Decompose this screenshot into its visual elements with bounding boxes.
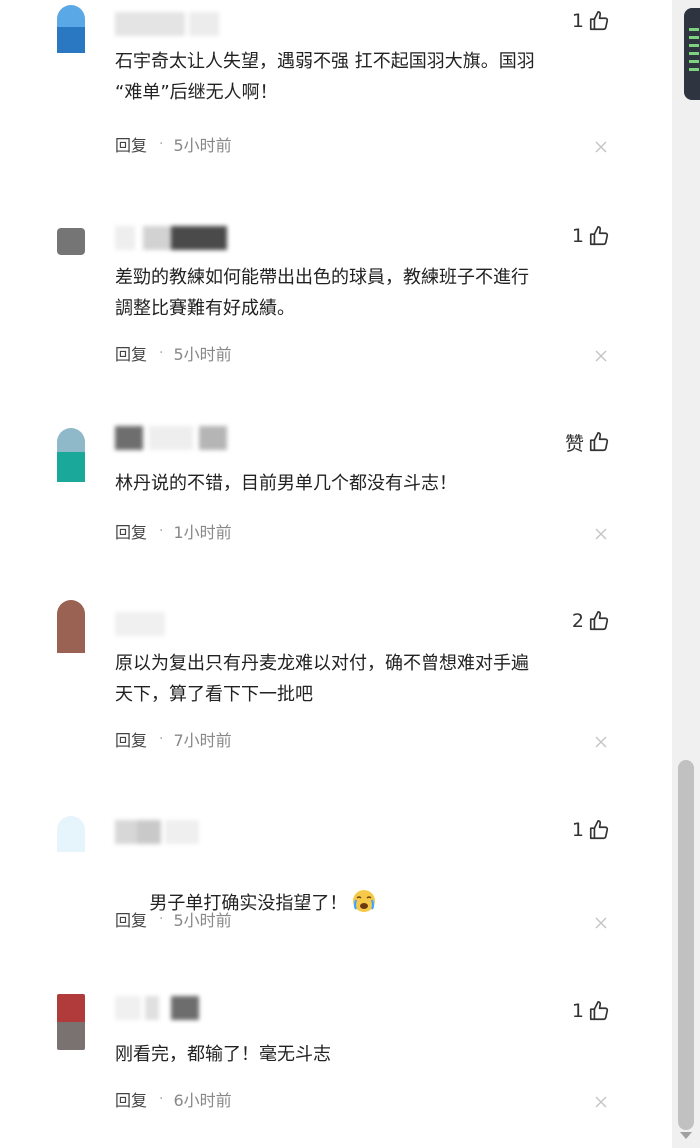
username-blurred[interactable] xyxy=(115,12,235,36)
separator-dot: · xyxy=(159,345,164,361)
comment-text: 刚看完，都输了！毫无斗志 xyxy=(115,1044,331,1065)
indicator-bar xyxy=(689,36,699,39)
like-count: 2 xyxy=(571,610,584,632)
reply-button[interactable]: 回复 xyxy=(115,727,147,751)
like-count: 1 xyxy=(571,225,584,247)
username-blurred[interactable] xyxy=(115,426,235,450)
like-button[interactable]: 1 xyxy=(572,817,610,843)
comment-meta: 回复 · 5小时前 xyxy=(115,133,232,155)
scroll-down-arrow-icon[interactable] xyxy=(680,1132,692,1139)
comment-text: 林丹说的不错，目前男单几个都没有斗志！ xyxy=(115,473,457,494)
username-blurred[interactable] xyxy=(115,820,235,844)
comment-time: 6小时前 xyxy=(173,1091,232,1110)
like-count: 1 xyxy=(571,10,584,32)
comment-meta: 回复 · 1小时前 xyxy=(115,520,232,542)
thumbs-up-icon xyxy=(589,11,609,31)
like-count: 1 xyxy=(571,1000,584,1022)
close-icon[interactable] xyxy=(594,140,608,154)
comment-text: 男子单打确实没指望了！ xyxy=(115,857,615,950)
reply-button[interactable]: 回复 xyxy=(115,341,147,365)
avatar[interactable] xyxy=(57,816,85,852)
separator-dot: · xyxy=(159,523,164,539)
username-blurred[interactable] xyxy=(115,612,235,636)
indicator-bar xyxy=(689,68,699,71)
reply-button[interactable]: 回复 xyxy=(115,1087,147,1111)
comment-text: 石宇奇太让人失望，遇弱不强 扛不起国羽大旗。国羽 “难单”后继无人啊！ xyxy=(115,51,535,103)
comment-meta: 回复 · 6小时前 xyxy=(115,1088,232,1110)
comment-item: 2 原以为复出只有丹麦龙难以对付，确不曾想难对手遍 天下，算了看下下一批吧 回复… xyxy=(0,590,672,770)
comment-time: 5小时前 xyxy=(173,136,232,155)
comment-text: 原以为复出只有丹麦龙难以对付，确不曾想难对手遍 天下，算了看下下一批吧 xyxy=(115,653,529,705)
comment-item: 1 男子单打确实没指望了！ 回复 · 5小时前 xyxy=(0,800,672,980)
thumbs-up-icon xyxy=(589,226,609,246)
comment-item: 1 刚看完，都输了！毫无斗志 回复 · 6小时前 xyxy=(0,982,672,1148)
crying-face-icon xyxy=(353,890,376,912)
indicator-bar xyxy=(689,28,699,31)
like-button[interactable]: 1 xyxy=(572,998,610,1024)
close-icon[interactable] xyxy=(594,916,608,930)
comment-meta: 回复 · 5小时前 xyxy=(115,342,232,364)
avatar[interactable] xyxy=(57,228,85,255)
thumbs-up-icon xyxy=(589,820,609,840)
comment-time: 7小时前 xyxy=(173,731,232,750)
comment-item: 赞 林丹说的不错，目前男单几个都没有斗志！ 回复 · 1小时前 xyxy=(0,408,672,588)
reply-button[interactable]: 回复 xyxy=(115,132,147,156)
close-icon[interactable] xyxy=(594,527,608,541)
thumbs-up-icon xyxy=(589,1001,609,1021)
close-icon[interactable] xyxy=(594,349,608,363)
separator-dot: · xyxy=(159,911,164,927)
avatar[interactable] xyxy=(57,428,85,482)
like-label: 赞 xyxy=(564,432,584,455)
avatar[interactable] xyxy=(57,5,85,53)
close-icon[interactable] xyxy=(594,1095,608,1109)
indicator-bar xyxy=(689,60,699,63)
like-button[interactable]: 2 xyxy=(572,608,610,634)
avatar[interactable] xyxy=(57,994,85,1050)
comment-item: 1 石宇奇太让人失望，遇弱不强 扛不起国羽大旗。国羽 “难单”后继无人啊！ 回复… xyxy=(0,0,672,180)
separator-dot: · xyxy=(159,136,164,152)
like-button[interactable]: 1 xyxy=(572,223,610,249)
comment-time: 1小时前 xyxy=(173,523,232,542)
avatar[interactable] xyxy=(57,600,85,653)
comment-time: 5小时前 xyxy=(173,345,232,364)
like-count: 1 xyxy=(571,819,584,841)
indicator-bar xyxy=(689,52,699,55)
scrollbar-thumb[interactable] xyxy=(678,760,694,1130)
thumbs-up-icon xyxy=(589,432,609,452)
comments-panel: 1 石宇奇太让人失望，遇弱不强 扛不起国羽大旗。国羽 “难单”后继无人啊！ 回复… xyxy=(0,0,672,1148)
comment-meta: 回复 · 7小时前 xyxy=(115,728,232,750)
separator-dot: · xyxy=(159,1091,164,1107)
username-blurred[interactable] xyxy=(115,996,235,1020)
floating-widget[interactable] xyxy=(684,8,700,100)
comment-meta: 回复 · 5小时前 xyxy=(115,908,232,930)
comment-time: 5小时前 xyxy=(173,911,232,930)
close-icon[interactable] xyxy=(594,735,608,749)
thumbs-up-icon xyxy=(589,611,609,631)
reply-button[interactable]: 回复 xyxy=(115,907,147,931)
username-blurred[interactable] xyxy=(115,226,235,250)
comment-item: 1 差勁的教練如何能帶出出色的球員，教練班子不進行 調整比賽難有好成績。 回复 … xyxy=(0,208,672,388)
reply-button[interactable]: 回复 xyxy=(115,519,147,543)
like-button[interactable]: 赞 xyxy=(565,429,610,455)
separator-dot: · xyxy=(159,731,164,747)
indicator-bar xyxy=(689,44,699,47)
like-button[interactable]: 1 xyxy=(572,8,610,34)
comment-text: 差勁的教練如何能帶出出色的球員，教練班子不進行 調整比賽難有好成績。 xyxy=(115,267,529,319)
